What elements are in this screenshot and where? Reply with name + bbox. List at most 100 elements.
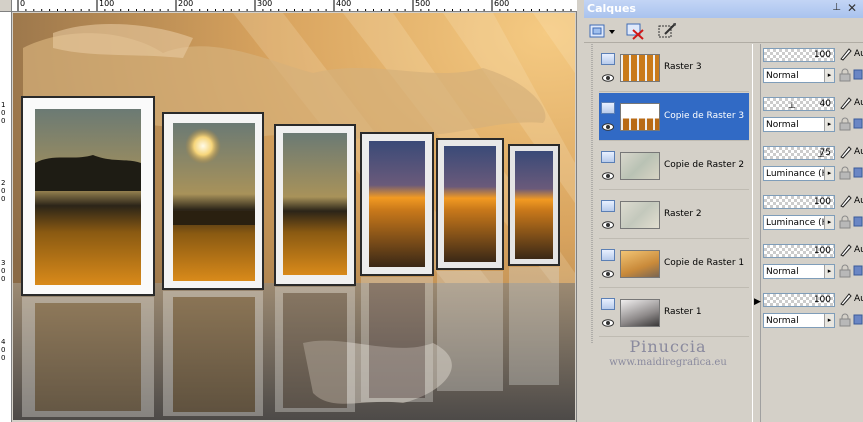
close-icon[interactable]: ✕	[847, 1, 857, 15]
splitter-arrow-icon[interactable]: ▶	[754, 297, 761, 307]
lock-icon[interactable]	[839, 215, 851, 229]
dropdown-arrow-icon[interactable]: ▸	[824, 265, 834, 278]
horizontal-ruler: 0 100 200 300 400 500 600	[12, 0, 577, 12]
brush-icon[interactable]	[839, 96, 853, 110]
layer-row-copie-de-raster-2[interactable]: Copie de Raster 2	[599, 142, 749, 190]
brush-label: Au	[854, 98, 863, 108]
opacity-slider[interactable]: 100	[763, 195, 835, 209]
ruler-corner	[0, 0, 12, 12]
link-icon[interactable]	[853, 313, 863, 325]
brush-icon[interactable]	[839, 145, 853, 159]
blend-mode-select[interactable]: Normal ▸	[763, 68, 835, 83]
visibility-eye-icon[interactable]	[602, 319, 614, 327]
opacity-slider[interactable]: 100	[763, 244, 835, 258]
panel-splitter[interactable]: ▶	[752, 44, 761, 422]
blend-mode-select[interactable]: Normal ▸	[763, 313, 835, 328]
blend-mode-value: Normal	[766, 120, 799, 130]
layer-name[interactable]: Copie de Raster 3	[664, 111, 744, 121]
link-icon[interactable]	[853, 68, 863, 80]
layer-group-icon[interactable]	[601, 102, 615, 114]
dropdown-arrow-icon[interactable]: ▸	[824, 167, 834, 180]
layer-thumbnail[interactable]	[620, 103, 660, 131]
horizontal-ruler-ticks	[17, 0, 572, 11]
layer-thumbnail[interactable]	[620, 54, 660, 82]
lock-icon[interactable]	[839, 166, 851, 180]
new-layer-button[interactable]	[588, 22, 618, 40]
layer-thumbnail[interactable]	[620, 152, 660, 180]
layer-group-icon[interactable]	[601, 151, 615, 163]
layer-name[interactable]: Raster 2	[664, 209, 702, 219]
visibility-eye-icon[interactable]	[602, 172, 614, 180]
opacity-slider[interactable]: ⊥ 40	[763, 97, 835, 111]
blend-mode-select[interactable]: Luminance (H) ▸	[763, 215, 835, 230]
lock-icon[interactable]	[839, 264, 851, 278]
layer-name[interactable]: Copie de Raster 2	[664, 160, 744, 170]
ruler-label-400: 400	[336, 0, 352, 8]
layer-group-icon[interactable]	[601, 298, 615, 310]
layer-group-icon[interactable]	[601, 53, 615, 65]
layer-row-raster-2[interactable]: Raster 2	[599, 191, 749, 239]
new-layer-icon	[589, 24, 615, 38]
layer-row-raster-3[interactable]: Raster 3	[599, 44, 749, 92]
canvas-pane: 0 100 200 300 400 500 600 1 0 0 2 0 0 3 …	[0, 0, 577, 422]
layer-name[interactable]: Raster 1	[664, 307, 702, 317]
opacity-value: 100	[813, 295, 831, 305]
opacity-value: 100	[813, 246, 831, 256]
vertical-ruler: 1 0 0 2 0 0 3 0 0 4 0 0	[0, 12, 12, 422]
blend-mode-select[interactable]: Normal ▸	[763, 264, 835, 279]
layer-props-raster-1: 100 Normal ▸ Au	[763, 289, 863, 337]
layer-thumbnail[interactable]	[620, 201, 660, 229]
layer-group-icon[interactable]	[601, 200, 615, 212]
dropdown-arrow-icon[interactable]: ▸	[824, 314, 834, 327]
layer-properties-button[interactable]	[656, 22, 678, 40]
brush-icon[interactable]	[839, 47, 853, 61]
vruler-label: 4	[1, 338, 6, 346]
visibility-eye-icon[interactable]	[602, 123, 614, 131]
brush-label: Au	[854, 196, 863, 206]
blend-mode-select[interactable]: Luminance (H) ▸	[763, 166, 835, 181]
visibility-eye-icon[interactable]	[602, 74, 614, 82]
blend-mode-select[interactable]: Normal ▸	[763, 117, 835, 132]
layer-thumbnail[interactable]	[620, 299, 660, 327]
ruler-label-200: 200	[178, 0, 194, 8]
visibility-eye-icon[interactable]	[602, 270, 614, 278]
delete-layer-icon	[626, 23, 644, 40]
link-icon[interactable]	[853, 117, 863, 129]
delete-layer-button[interactable]	[624, 22, 646, 40]
layer-props-raster-2: 100 Luminance (H)▸ Au	[763, 191, 863, 239]
layer-name[interactable]: Raster 3	[664, 62, 702, 72]
opacity-slider[interactable]: ⊥ 75	[763, 146, 835, 160]
visibility-eye-icon[interactable]	[602, 221, 614, 229]
vruler-label: 3	[1, 259, 6, 267]
layer-props-copie-de-raster-3: ⊥ 40 Normal ▸ Au	[763, 93, 863, 141]
dropdown-arrow-icon[interactable]: ▸	[824, 216, 834, 229]
dropdown-arrow-icon[interactable]: ▸	[824, 69, 834, 82]
blend-mode-value: Luminance (H)	[766, 218, 832, 228]
brush-icon[interactable]	[839, 292, 853, 306]
palette-titlebar[interactable]: Calques ⊥ ✕	[584, 0, 863, 18]
opacity-slider[interactable]: 100	[763, 48, 835, 62]
link-icon[interactable]	[853, 166, 863, 178]
layer-row-raster-1[interactable]: Raster 1	[599, 289, 749, 337]
link-icon[interactable]	[853, 264, 863, 276]
blend-mode-value: Luminance (H)	[766, 169, 832, 179]
brush-icon[interactable]	[839, 194, 853, 208]
canvas-image[interactable]	[13, 13, 575, 420]
lock-icon[interactable]	[839, 313, 851, 327]
dropdown-arrow-icon[interactable]: ▸	[824, 118, 834, 131]
lock-icon[interactable]	[839, 117, 851, 131]
layer-group-icon[interactable]	[601, 249, 615, 261]
blend-mode-value: Normal	[766, 71, 799, 81]
layer-row-copie-de-raster-3[interactable]: Copie de Raster 3	[599, 93, 749, 141]
pin-icon[interactable]: ⊥	[832, 2, 841, 13]
link-icon[interactable]	[853, 215, 863, 227]
lock-icon[interactable]	[839, 68, 851, 82]
vruler-label: 2	[1, 179, 6, 187]
layer-thumbnail[interactable]	[620, 250, 660, 278]
opacity-value: 75	[819, 148, 831, 158]
layer-name[interactable]: Copie de Raster 1	[664, 258, 744, 268]
opacity-slider[interactable]: 100	[763, 293, 835, 307]
brush-icon[interactable]	[839, 243, 853, 257]
layer-row-copie-de-raster-1[interactable]: Copie de Raster 1	[599, 240, 749, 288]
opacity-marker-icon[interactable]: ⊥	[788, 101, 796, 111]
